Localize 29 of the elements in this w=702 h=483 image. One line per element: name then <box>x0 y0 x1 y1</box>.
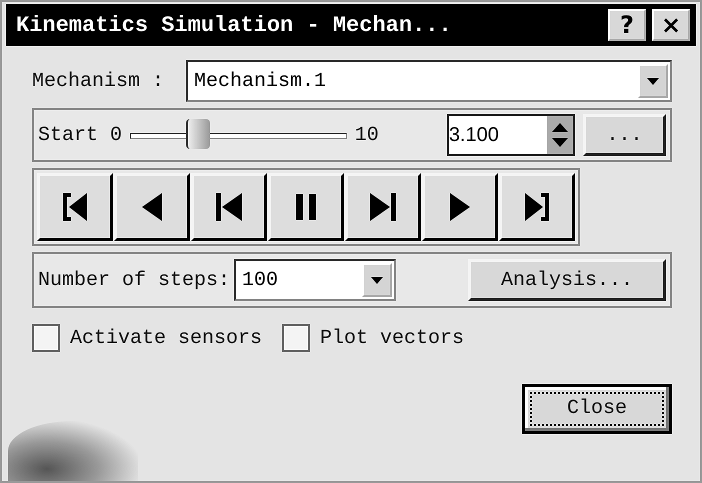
play-forward-button[interactable] <box>422 173 498 241</box>
jump-start-button[interactable] <box>37 173 113 241</box>
close-button[interactable]: × <box>652 9 690 41</box>
jump-end-button[interactable] <box>499 173 575 241</box>
more-button[interactable]: ... <box>582 114 666 156</box>
time-spin-field[interactable]: 3.100 <box>446 114 575 156</box>
dropdown-value: Mechanism.1 <box>193 70 328 92</box>
checkbox-label: Plot vectors <box>320 326 464 350</box>
spin-value: 3.100 <box>448 124 500 146</box>
step-backward-button[interactable] <box>191 173 267 241</box>
steps-dropdown[interactable]: 100 <box>234 259 396 301</box>
spin-arrows-icon <box>546 116 573 154</box>
steps-label: Number of steps: <box>38 268 230 292</box>
window-title: Kinematics Simulation - Mechan... <box>16 12 453 38</box>
mechanism-label: Mechanism : <box>32 70 164 92</box>
step-forward-button[interactable] <box>345 173 421 241</box>
slider-thumb[interactable] <box>186 119 210 149</box>
close-dialog-button[interactable]: Close <box>522 384 672 434</box>
play-backward-button[interactable] <box>114 173 190 241</box>
pause-button[interactable] <box>268 173 344 241</box>
analysis-button[interactable]: Analysis... <box>468 259 666 301</box>
end-label: 10 <box>354 124 379 146</box>
checkbox[interactable] <box>32 324 60 352</box>
help-button[interactable]: ? <box>608 9 646 41</box>
dropdown-value: 100 <box>241 268 280 292</box>
start-label: Start 0 <box>38 124 122 146</box>
checkbox[interactable] <box>282 324 310 352</box>
checkbox-label: Activate sensors <box>70 326 262 350</box>
mechanism-dropdown[interactable]: Mechanism.1 <box>186 60 672 102</box>
